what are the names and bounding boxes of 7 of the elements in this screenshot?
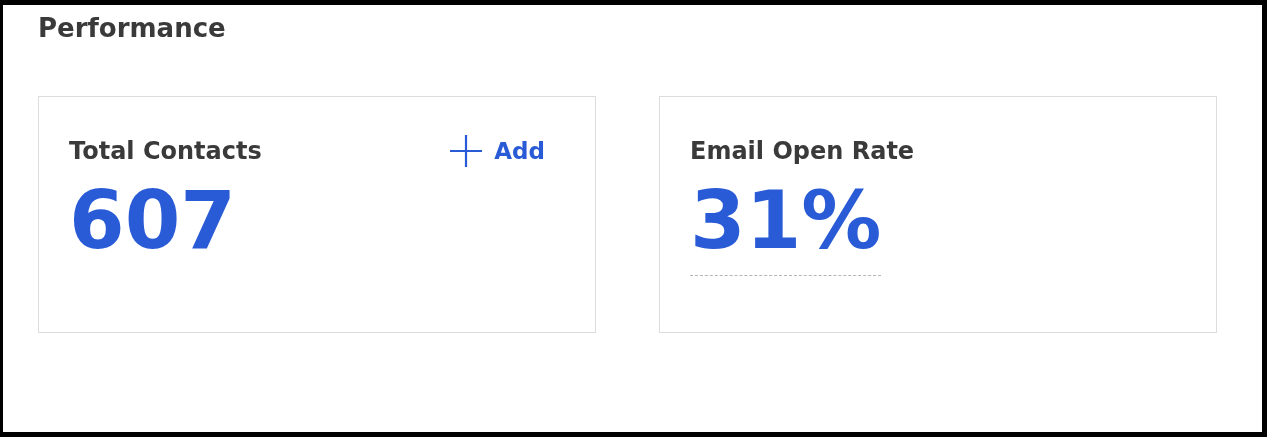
metric-title: Total Contacts (69, 137, 262, 165)
metric-value: 31% (690, 179, 882, 276)
plus-icon (448, 133, 485, 169)
add-button[interactable]: Add (448, 133, 545, 169)
metric-title: Email Open Rate (690, 137, 915, 165)
metric-value: 607 (69, 179, 236, 269)
section-title: Performance (38, 13, 227, 43)
